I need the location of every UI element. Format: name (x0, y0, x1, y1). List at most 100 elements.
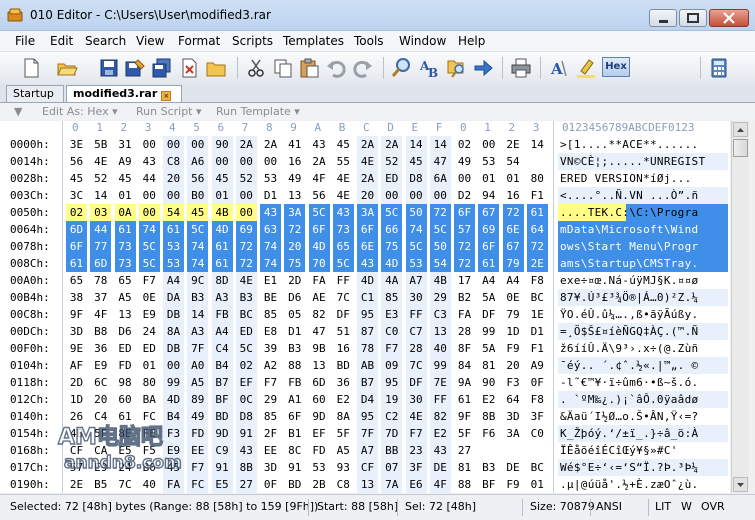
hex-byte[interactable]: 78 (357, 340, 378, 357)
hex-byte[interactable]: A4 (478, 272, 499, 289)
hex-byte[interactable]: FD (309, 442, 330, 459)
hex-byte[interactable]: 6F (66, 238, 87, 255)
hex-byte[interactable]: 5C (138, 255, 160, 272)
hex-byte[interactable]: 16 (284, 153, 305, 170)
hex-byte[interactable]: 26 (66, 408, 87, 425)
hex-byte[interactable]: 69 (478, 221, 500, 238)
hex-byte[interactable]: 4D (163, 391, 184, 408)
hex-byte[interactable]: BD (284, 476, 305, 493)
hex-byte[interactable]: 3F (405, 459, 427, 476)
hex-byte[interactable]: 4B (66, 425, 87, 442)
hex-byte[interactable]: 40 (139, 476, 160, 493)
hex-byte[interactable]: 00 (211, 153, 233, 170)
tab-startup[interactable]: Startup (6, 85, 64, 102)
width-indicator[interactable]: W (681, 500, 692, 513)
hex-byte[interactable]: F8 (527, 391, 548, 408)
hex-byte[interactable]: F7 (139, 272, 160, 289)
hex-byte[interactable]: E5 (211, 476, 233, 493)
font-button[interactable]: A (548, 57, 570, 79)
hex-byte[interactable]: CF (66, 442, 87, 459)
hex-byte[interactable]: 55 (333, 153, 354, 170)
hex-byte[interactable]: 0C (235, 391, 257, 408)
hex-byte[interactable]: C7 (405, 323, 427, 340)
hex-byte[interactable]: 2A (357, 170, 378, 187)
hex-byte[interactable]: 61 (478, 255, 500, 272)
hex-byte[interactable]: 81 (478, 357, 499, 374)
hex-byte[interactable]: 4E (90, 153, 111, 170)
hex-byte[interactable]: A7 (405, 272, 427, 289)
hex-byte[interactable]: A2 (260, 357, 281, 374)
hex-byte[interactable]: E6 (405, 476, 427, 493)
hex-byte[interactable]: 03 (90, 204, 112, 221)
hex-byte[interactable]: 43 (332, 204, 354, 221)
hex-byte[interactable]: 43 (357, 255, 378, 272)
hex-byte[interactable]: 9F (66, 306, 87, 323)
menu-file[interactable]: File (15, 34, 35, 48)
hex-byte[interactable]: 7E (429, 374, 451, 391)
hex-byte[interactable]: 61 (115, 408, 136, 425)
hex-byte[interactable]: 8C (284, 442, 305, 459)
hex-byte[interactable]: FF (405, 306, 427, 323)
hex-byte[interactable]: 01 (478, 170, 499, 187)
hex-byte[interactable]: 3F (527, 408, 548, 425)
hex-byte[interactable]: 9C (187, 272, 209, 289)
ascii-text[interactable]: ¯éý.. ´.¢ˆ.½«.|™„. © (560, 357, 725, 374)
hex-byte[interactable]: 6E (357, 238, 378, 255)
hex-byte[interactable]: 2A (260, 136, 281, 153)
minimize-button[interactable] (649, 9, 677, 27)
hex-byte[interactable]: FD (115, 357, 136, 374)
hex-byte[interactable]: 8A (163, 323, 184, 340)
hex-byte[interactable]: 23 (405, 442, 427, 459)
hex-byte[interactable]: 6D (309, 374, 330, 391)
hex-byte[interactable]: 49 (187, 408, 209, 425)
hex-byte[interactable]: CF (357, 459, 378, 476)
hex-byte[interactable]: D1 (260, 187, 281, 204)
hex-byte[interactable]: 61 (211, 238, 233, 255)
hex-byte[interactable]: 5C (308, 204, 330, 221)
hex-byte[interactable]: 5B (90, 136, 111, 153)
hex-byte[interactable]: DE (429, 459, 451, 476)
hex-byte[interactable]: 27 (235, 476, 257, 493)
hex-byte[interactable]: 20 (503, 357, 524, 374)
hex-byte[interactable]: 00 (163, 187, 184, 204)
hex-byte[interactable]: 0F (260, 476, 281, 493)
hex-byte[interactable]: 98 (115, 374, 136, 391)
hex-byte[interactable]: 02 (454, 136, 475, 153)
hex-byte[interactable]: B5 (90, 476, 111, 493)
hex-byte[interactable]: 5F (454, 425, 475, 442)
hex-byte[interactable]: 66 (381, 221, 403, 238)
hex-byte[interactable]: FA (454, 306, 475, 323)
hex-byte[interactable]: C8 (333, 476, 354, 493)
hex-byte[interactable]: F1 (527, 340, 548, 357)
hex-byte[interactable]: 8F (454, 340, 475, 357)
ascii-text[interactable]: ....TEK.C:\C:\Progra (560, 204, 725, 221)
hex-byte[interactable]: 20 (163, 170, 184, 187)
hex-byte[interactable]: 45 (115, 170, 136, 187)
hex-byte[interactable]: 47 (309, 323, 330, 340)
hex-byte[interactable]: 02 (235, 357, 257, 374)
hex-byte[interactable]: 75 (381, 238, 403, 255)
hex-byte[interactable]: 45 (66, 170, 87, 187)
hex-byte[interactable]: BF (211, 391, 233, 408)
hex-byte[interactable]: 61 (114, 221, 136, 238)
find-in-files-button[interactable] (445, 57, 467, 79)
hex-byte[interactable]: 8B (478, 408, 499, 425)
hex-byte[interactable]: 6F (308, 221, 330, 238)
hex-byte[interactable]: E9 (90, 357, 111, 374)
hex-byte[interactable]: FD (187, 425, 209, 442)
hex-byte[interactable]: 9E (66, 340, 87, 357)
hex-byte[interactable]: 3C (66, 187, 87, 204)
hex-editor-view[interactable]: 0 1 2 3 4 5 6 7 8 9 A B C D E F 0 1 2 3 0123456789ABCDEF0123… (0, 121, 730, 493)
hex-byte[interactable]: 41 (284, 136, 305, 153)
hex-byte[interactable]: 45 (333, 136, 354, 153)
hex-byte[interactable]: 3D (260, 459, 281, 476)
hex-byte[interactable]: 87 (357, 323, 378, 340)
hex-byte[interactable]: 5F (90, 425, 111, 442)
hex-byte[interactable]: 07 (381, 459, 403, 476)
hex-byte[interactable]: 99 (429, 357, 451, 374)
hex-byte[interactable]: FB (284, 374, 305, 391)
hex-byte[interactable]: 1E (527, 306, 548, 323)
hex-byte[interactable]: 72 (454, 238, 475, 255)
close-window-button[interactable] (709, 9, 749, 27)
hex-byte[interactable]: EF (309, 425, 330, 442)
